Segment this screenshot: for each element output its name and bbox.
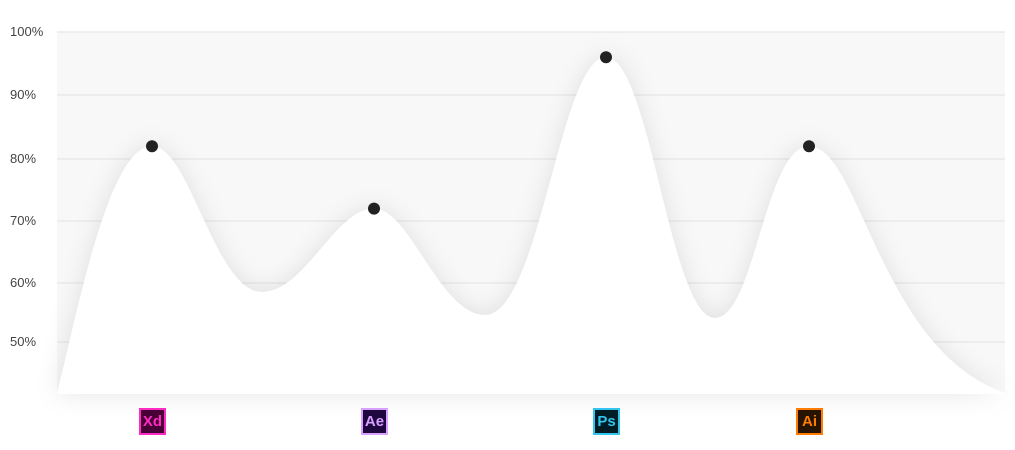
data-point-ae	[368, 202, 380, 215]
y-tick-label-100: 100%	[10, 24, 44, 39]
adobe-after-effects-icon: Ae	[361, 408, 388, 435]
data-point-ps	[600, 51, 612, 64]
data-point-ai	[803, 140, 815, 153]
data-point-xd	[146, 140, 158, 153]
ae-icon-label: Ae	[364, 413, 385, 430]
adobe-xd-icon: Xd	[139, 408, 166, 435]
y-tick-label-70: 70%	[10, 213, 37, 228]
ai-icon-label: Ai	[802, 413, 817, 430]
y-tick-label-80: 80%	[10, 151, 37, 166]
skills-area-chart	[57, 31, 1005, 394]
y-tick-label-90: 90%	[10, 87, 37, 102]
ps-icon-label: Ps	[597, 413, 616, 430]
y-tick-label-50: 50%	[10, 334, 37, 349]
y-tick-label-60: 60%	[10, 275, 37, 290]
adobe-photoshop-icon: Ps	[593, 408, 620, 435]
xd-icon-label: Xd	[142, 413, 163, 430]
adobe-illustrator-icon: Ai	[796, 408, 823, 435]
